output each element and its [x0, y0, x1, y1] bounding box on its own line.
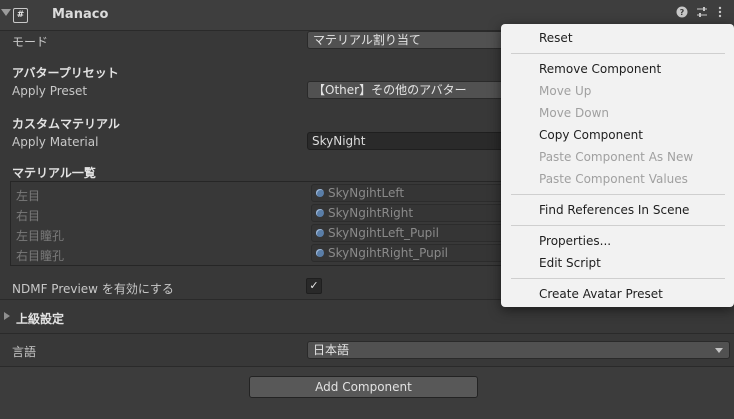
apply-material-label: Apply Material: [12, 135, 99, 149]
material-slot-label: 右目: [16, 209, 41, 223]
menu-item-move-up: Move Up: [539, 84, 592, 98]
mode-value: マテリアル割り当て: [313, 33, 421, 47]
material-sphere-icon: [316, 189, 324, 197]
foldout-arrow-icon[interactable]: [4, 312, 10, 320]
svg-text:?: ?: [680, 8, 685, 17]
material-slot-label: 左目: [16, 189, 41, 203]
apply-material-value: SkyNight: [312, 134, 366, 148]
material-slot-value: SkyNgihtLeft: [328, 186, 405, 200]
menu-item-create-avatar-preset[interactable]: Create Avatar Preset: [539, 287, 663, 301]
apply-preset-value: 【Other】その他のアバター: [313, 83, 467, 97]
menu-item-edit-script[interactable]: Edit Script: [539, 256, 601, 270]
material-slot-label: 右目瞳孔: [16, 249, 65, 263]
menu-item-properties[interactable]: Properties...: [539, 234, 611, 248]
material-list-heading: マテリアル一覧: [12, 166, 96, 180]
menu-item-move-down: Move Down: [539, 106, 609, 120]
context-menu: Reset Remove Component Move Up Move Down…: [501, 24, 734, 307]
menu-item-find-references[interactable]: Find References In Scene: [539, 203, 689, 217]
component-title: Manaco: [52, 7, 109, 22]
menu-item-paste-component-values: Paste Component Values: [539, 172, 688, 186]
material-slot-label: 左目瞳孔: [16, 229, 65, 243]
material-sphere-icon: [316, 229, 324, 237]
menu-item-paste-component-as-new: Paste Component As New: [539, 150, 694, 164]
mode-label: モード: [12, 35, 49, 49]
chevron-down-icon: [715, 348, 723, 353]
material-sphere-icon: [316, 209, 324, 217]
avatar-preset-heading: アバタープリセット: [12, 66, 119, 80]
language-label: 言語: [12, 345, 37, 359]
language-value: 日本語: [313, 343, 350, 357]
divider: [0, 333, 734, 334]
menu-separator: [511, 53, 725, 54]
material-slot-value: SkyNgihtRight_Pupil: [328, 246, 448, 260]
material-slot-value: SkyNgihtLeft_Pupil: [328, 226, 439, 240]
foldout-arrow-icon[interactable]: [1, 9, 11, 16]
menu-item-remove-component[interactable]: Remove Component: [539, 62, 661, 76]
add-component-button[interactable]: Add Component: [249, 376, 478, 398]
material-sphere-icon: [316, 249, 324, 257]
apply-preset-label: Apply Preset: [12, 84, 88, 98]
script-icon: #: [13, 8, 28, 23]
menu-separator: [511, 225, 725, 226]
menu-separator: [511, 278, 725, 279]
ndmf-preview-label: NDMF Preview を有効にする: [12, 282, 174, 296]
ndmf-preview-checkbox[interactable]: ✓: [306, 278, 322, 294]
custom-material-heading: カスタムマテリアル: [12, 117, 120, 131]
checkmark-icon: ✓: [309, 279, 319, 292]
more-vertical-icon[interactable]: [717, 6, 723, 21]
menu-separator: [511, 194, 725, 195]
language-dropdown[interactable]: 日本語: [307, 341, 730, 359]
help-icon[interactable]: ?: [676, 6, 688, 21]
material-slot-value: SkyNgihtRight: [328, 206, 414, 220]
menu-item-reset[interactable]: Reset: [539, 31, 573, 45]
sliders-icon[interactable]: [696, 6, 708, 21]
advanced-settings-foldout[interactable]: 上級設定: [16, 310, 64, 327]
menu-item-copy-component[interactable]: Copy Component: [539, 128, 643, 142]
